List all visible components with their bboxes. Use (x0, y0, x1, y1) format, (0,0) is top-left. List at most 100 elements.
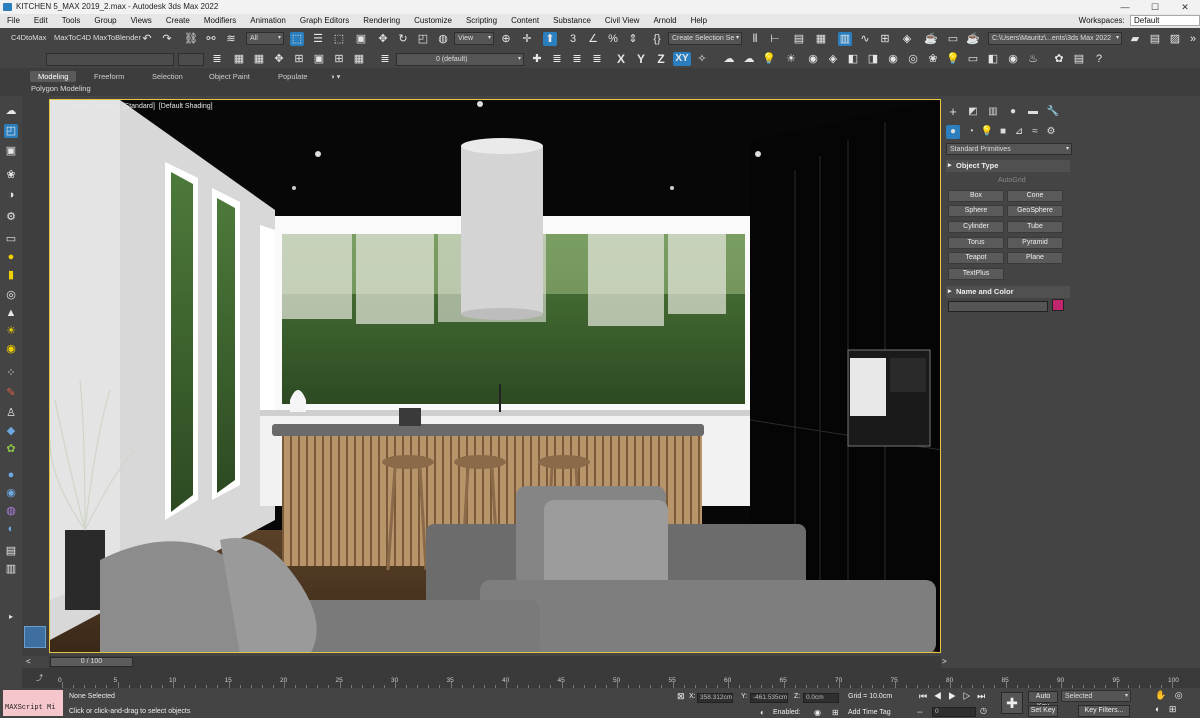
vp-tool-icon-8[interactable]: ⁘ (4, 366, 18, 380)
key-filters-button[interactable]: Key Filters... (1078, 705, 1130, 717)
menu-file[interactable]: File (0, 14, 27, 28)
cylinder-prim-icon[interactable]: ▮ (4, 268, 18, 282)
cone-prim-icon[interactable]: ▲ (4, 306, 18, 320)
sun-icon[interactable]: ☀ (784, 52, 798, 66)
renderer-icon-1[interactable]: ◉ (806, 52, 820, 66)
ribbon-options-icon[interactable]: ◑ ▾ (322, 71, 348, 82)
layer-properties-icon[interactable]: ≣ (590, 52, 604, 66)
set-key-button[interactable]: Set Key (1028, 705, 1058, 717)
teapot-button[interactable]: Teapot (948, 252, 1004, 264)
viewport-shading-label[interactable]: [Default Shading] (159, 103, 213, 110)
menu-content[interactable]: Content (504, 14, 546, 28)
vp-tool-icon-4[interactable]: ❀ (4, 168, 18, 182)
tab-populate[interactable]: Populate (270, 71, 316, 82)
select-object-icon[interactable]: ⬚ (290, 32, 304, 46)
selection-region-icon[interactable]: ⬚ (332, 32, 346, 46)
add-to-layer-icon[interactable]: ≣ (550, 52, 564, 66)
layer-manager-icon[interactable]: ≣ (378, 52, 392, 66)
object-color-swatch[interactable] (1052, 299, 1064, 311)
create-layer-icon[interactable]: ✚ (530, 52, 544, 66)
viewport-menu-plus[interactable]: [+] (53, 103, 61, 110)
auto-key-button[interactable]: Auto Key (1028, 691, 1058, 710)
window-crossing-icon[interactable]: ▣ (354, 32, 368, 46)
plane-button[interactable]: Plane (1007, 252, 1063, 264)
hierarchy-tab-icon[interactable]: ▥ (986, 105, 1000, 119)
c4d-to-max-button[interactable]: C4DtoMax (11, 33, 46, 42)
light-icon[interactable]: 💡 (762, 52, 776, 66)
lock-selection-icon[interactable]: ⊠ (677, 691, 685, 702)
redo-icon[interactable]: ↷ (160, 32, 174, 46)
vp-tool-icon-9[interactable]: ✎ (4, 386, 18, 400)
workspaces-dropdown[interactable]: Default (1130, 15, 1200, 27)
grid-settings-icon[interactable]: ⊞ (292, 52, 306, 66)
maxscript-listener[interactable]: MAXScript Mi (3, 690, 63, 716)
toggle-ribbon-icon[interactable]: ▥ (838, 32, 852, 46)
geometry-icon[interactable]: ● (946, 125, 960, 139)
current-frame-field[interactable]: 0 (932, 707, 976, 717)
search-field[interactable] (46, 53, 174, 66)
more-tools-icon[interactable]: » (1186, 32, 1200, 46)
systems-icon[interactable]: ⚙ (1044, 125, 1058, 139)
frame-buffer-icon[interactable]: ▭ (966, 52, 980, 66)
pyramid-button[interactable]: Pyramid (1007, 237, 1063, 249)
perspective-viewport[interactable]: [+] [Corona Camera] [Standard] [Default … (49, 99, 941, 653)
renderer-icon-5[interactable]: ◉ (886, 52, 900, 66)
motion-tab-icon[interactable]: ● (1006, 105, 1020, 119)
curve-editor-icon[interactable]: ∿ (858, 32, 872, 46)
sphere-button[interactable]: Sphere (948, 205, 1004, 217)
align-icon[interactable]: ⊢ (768, 32, 782, 46)
render-production-icon[interactable]: ☕ (966, 32, 980, 46)
scene-states-icon[interactable]: ⊞ (332, 52, 346, 66)
renderer-icon-2[interactable]: ◈ (826, 52, 840, 66)
placement-icon[interactable]: ▣ (312, 52, 326, 66)
menu-animation[interactable]: Animation (243, 14, 293, 28)
tab-freeform[interactable]: Freeform (86, 71, 132, 82)
expand-toolbar-icon[interactable]: ▸ (4, 610, 18, 624)
cameras-icon[interactable]: ■ (996, 125, 1010, 139)
constrain-cycle-icon[interactable]: ✧ (695, 52, 709, 66)
time-slider-thumb[interactable]: 0 / 100 (50, 657, 133, 667)
name-and-color-rollout[interactable]: Name and Color (946, 286, 1070, 298)
current-layer-dropdown[interactable]: 0 (default) ▾ (396, 53, 524, 66)
renderer-icon-7[interactable]: ❀ (926, 52, 940, 66)
vp-tool-icon-1[interactable]: ☁ (4, 104, 18, 118)
display-tab-icon[interactable]: ▬ (1026, 105, 1040, 119)
pan-icon[interactable]: ✥ (272, 52, 286, 66)
menu-modifiers[interactable]: Modifiers (197, 14, 243, 28)
geosphere-button[interactable]: GeoSphere (1007, 205, 1063, 217)
edit-named-selection-icon[interactable]: {} (650, 32, 664, 46)
vp-tool-icon-18[interactable]: ▥ (4, 562, 18, 576)
vp-tool-icon-15[interactable]: ◍ (4, 504, 18, 518)
open-folder-icon[interactable]: ▨ (1168, 32, 1182, 46)
vp-tool-icon-14[interactable]: ◉ (4, 486, 18, 500)
adaptive-degradation-icon[interactable]: ◐ (760, 708, 765, 717)
select-rotate-icon[interactable]: ↻ (396, 32, 410, 46)
utilities-tab-icon[interactable]: 🔧 (1046, 105, 1060, 119)
menu-customize[interactable]: Customize (407, 14, 459, 28)
vp-tool-icon-17[interactable]: ▤ (4, 544, 18, 558)
category-dropdown[interactable]: Standard Primitives ▾ (946, 143, 1072, 155)
torus-prim-icon[interactable]: ◎ (4, 288, 18, 302)
tab-selection[interactable]: Selection (144, 71, 191, 82)
layer-explorer-icon[interactable]: ▦ (814, 32, 828, 46)
renderer-icon-4[interactable]: ◨ (866, 52, 880, 66)
project-folder-dropdown[interactable]: C:\Users\Mauritz\...ents\3ds Max 2022 ▾ (988, 32, 1122, 45)
named-selection-set-dropdown[interactable]: Create Selection Se ▾ (668, 32, 742, 45)
maximize-button[interactable]: ☐ (1140, 0, 1170, 14)
x-coordinate-field[interactable]: 358.312cm (697, 693, 733, 703)
vp-tool-icon-11[interactable]: ◆ (4, 424, 18, 438)
undo-icon[interactable]: ↶ (140, 32, 154, 46)
select-manipulate-icon[interactable]: ✛ (520, 32, 534, 46)
tool-icon-1[interactable]: ☁ (722, 52, 736, 66)
viewport-camera-label[interactable]: [Corona Camera] (65, 103, 119, 110)
menu-views[interactable]: Views (124, 14, 159, 28)
select-scale-icon[interactable]: ◰ (416, 32, 430, 46)
tool-icon-2[interactable]: ☁ (742, 52, 756, 66)
menu-help[interactable]: Help (684, 14, 714, 28)
vp-tool-icon-16[interactable]: ◐ (4, 522, 18, 536)
light-prim-icon[interactable]: ☀ (4, 324, 18, 338)
constrain-y-button[interactable]: Y (634, 52, 648, 66)
render-setup-icon[interactable]: ☕ (924, 32, 938, 46)
spinner-snap-icon[interactable]: ⇕ (626, 32, 640, 46)
layers-stack-icon[interactable]: ≣ (210, 52, 224, 66)
